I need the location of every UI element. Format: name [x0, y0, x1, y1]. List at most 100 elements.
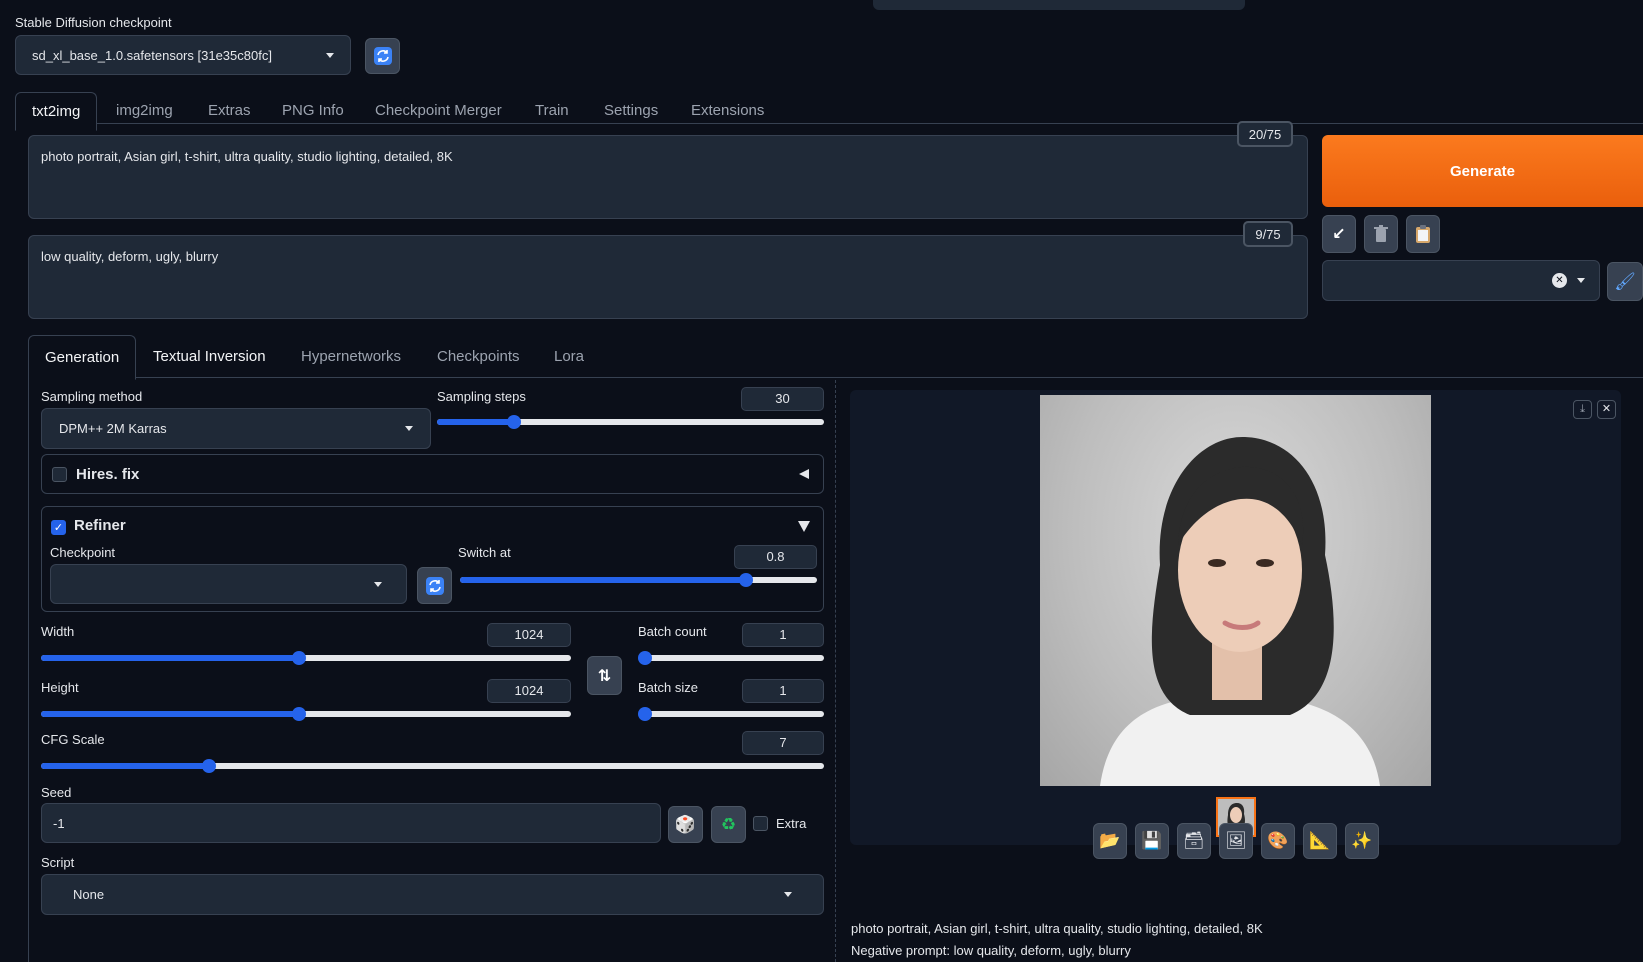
tab-checkpoint-merger[interactable]: Checkpoint Merger: [359, 92, 518, 129]
prompt-textarea[interactable]: photo portrait, Asian girl, t-shirt, ult…: [28, 135, 1308, 219]
prompt-text: photo portrait, Asian girl, t-shirt, ult…: [41, 149, 453, 164]
batch-count-input[interactable]: 1: [742, 623, 824, 647]
switch-at-input[interactable]: 0.8: [734, 545, 817, 569]
brush-icon: 🖌: [1614, 271, 1636, 291]
tab-img2img[interactable]: img2img: [100, 92, 189, 129]
chevron-down-icon: [1577, 278, 1585, 283]
generated-image[interactable]: [1040, 395, 1431, 786]
sparkle-icon: ✨: [1351, 831, 1373, 850]
negative-prompt-text: low quality, deform, ugly, blurry: [41, 249, 219, 264]
sampling-steps-slider[interactable]: [437, 415, 824, 429]
open-folder-button[interactable]: 📂: [1093, 823, 1127, 859]
upscale-button[interactable]: ✨: [1345, 823, 1379, 859]
chevron-down-icon: [374, 581, 382, 587]
refresh-checkpoint-button[interactable]: [365, 38, 400, 74]
switch-at-slider[interactable]: [460, 573, 817, 587]
extra-option[interactable]: Extra: [753, 816, 806, 831]
styles-dropdown[interactable]: ✕: [1322, 260, 1600, 301]
width-input[interactable]: 1024: [487, 623, 571, 647]
send-to-img2img-button[interactable]: 🖼: [1219, 823, 1253, 859]
clear-prompt-button[interactable]: [1364, 215, 1398, 253]
negative-prompt-textarea[interactable]: low quality, deform, ugly, blurry: [28, 235, 1308, 319]
seed-input[interactable]: -1: [41, 803, 661, 843]
save-icon: 💾: [1141, 831, 1163, 850]
hires-fix-panel[interactable]: Hires. fix: [41, 454, 824, 494]
save-button[interactable]: 💾: [1135, 823, 1169, 859]
top-bar-strip: [873, 0, 1245, 10]
script-dropdown[interactable]: None: [41, 874, 824, 915]
refresh-refiner-button[interactable]: [417, 567, 452, 604]
height-input[interactable]: 1024: [487, 679, 571, 703]
checkpoint-value: sd_xl_base_1.0.safetensors [31e35c80fc]: [32, 47, 272, 63]
download-icon[interactable]: ⤓: [1573, 400, 1592, 419]
tab-extras[interactable]: Extras: [192, 92, 267, 129]
batch-size-slider[interactable]: [638, 707, 824, 721]
tab-extensions[interactable]: Extensions: [675, 92, 780, 129]
swap-icon: ⇅: [597, 667, 612, 685]
cfg-scale-input[interactable]: 7: [742, 731, 824, 755]
generate-label: Generate: [1449, 162, 1516, 180]
sampling-method-dropdown[interactable]: DPM++ 2M Karras: [41, 408, 431, 449]
swap-dimensions-button[interactable]: ⇅: [587, 656, 622, 695]
refiner-checkpoint-dropdown[interactable]: [50, 564, 407, 604]
zip-button[interactable]: 🗃: [1177, 823, 1211, 859]
send-to-inpaint-button[interactable]: 🎨: [1261, 823, 1295, 859]
random-seed-button[interactable]: 🎲: [668, 806, 703, 843]
tab-png-info[interactable]: PNG Info: [266, 92, 360, 129]
read-params-button[interactable]: ↙: [1322, 215, 1356, 253]
close-icon[interactable]: ✕: [1597, 400, 1616, 419]
tab-train[interactable]: Train: [519, 92, 585, 129]
arrow-icon: ↙: [1332, 226, 1346, 243]
tab-lora[interactable]: Lora: [538, 335, 600, 378]
image-icon: 🖼: [1225, 831, 1247, 850]
batch-size-input[interactable]: 1: [742, 679, 824, 703]
seed-label: Seed: [41, 785, 72, 800]
collapse-down-icon[interactable]: [798, 521, 810, 532]
switch-at-label: Switch at: [458, 545, 511, 560]
chevron-down-icon: [784, 892, 792, 897]
refiner-checkbox[interactable]: ✓: [51, 520, 66, 535]
width-slider[interactable]: [41, 651, 571, 665]
send-to-extras-button[interactable]: 📐: [1303, 823, 1337, 859]
portrait-image: [1100, 436, 1380, 786]
trash-icon: [1374, 225, 1388, 242]
batch-count-slider[interactable]: [638, 651, 824, 665]
batch-count-label: Batch count: [638, 624, 707, 639]
refiner-label: Refiner: [74, 517, 126, 534]
height-label: Height: [41, 680, 79, 695]
tab-checkpoints[interactable]: Checkpoints: [421, 335, 536, 378]
reuse-seed-button[interactable]: ♻: [711, 806, 746, 843]
script-label: Script: [41, 855, 75, 870]
tab-hypernetworks[interactable]: Hypernetworks: [285, 335, 417, 378]
dice-icon: 🎲: [674, 814, 697, 834]
extra-checkbox[interactable]: [753, 816, 768, 831]
tab-txt2img[interactable]: txt2img: [15, 92, 98, 131]
clipboard-icon: [1416, 225, 1430, 243]
tab-textual-inversion[interactable]: Textual Inversion: [137, 335, 282, 378]
recycle-icon: ♻: [720, 814, 737, 834]
width-label: Width: [41, 624, 75, 639]
sub-tabs: Generation Textual Inversion Hypernetwor…: [0, 335, 1643, 380]
zip-icon: 🗃: [1183, 831, 1205, 850]
generate-button[interactable]: Generate: [1322, 135, 1643, 207]
collapse-left-icon[interactable]: [799, 469, 809, 479]
height-slider[interactable]: [41, 707, 571, 721]
hires-fix-checkbox[interactable]: [52, 466, 67, 482]
extra-label: Extra: [776, 816, 807, 831]
tab-generation[interactable]: Generation: [28, 335, 137, 380]
checkpoint-label: Stable Diffusion checkpoint: [15, 15, 172, 30]
seed-value: -1: [53, 815, 65, 831]
checkpoint-dropdown[interactable]: sd_xl_base_1.0.safetensors [31e35c80fc]: [15, 35, 351, 75]
refresh-icon: [425, 576, 444, 595]
sampling-method-value: DPM++ 2M Karras: [59, 421, 167, 436]
main-tabs: txt2img img2img Extras PNG Info Checkpoi…: [0, 92, 1643, 131]
cfg-scale-label: CFG Scale: [41, 732, 105, 747]
sampling-steps-input[interactable]: 30: [741, 387, 824, 411]
tab-settings[interactable]: Settings: [588, 92, 674, 129]
apply-style-button[interactable]: 🖌: [1607, 262, 1643, 301]
clear-styles-icon[interactable]: ✕: [1552, 273, 1567, 288]
cfg-scale-slider[interactable]: [41, 759, 824, 773]
prompt-token-counter: 20/75: [1237, 121, 1293, 147]
paste-button[interactable]: [1406, 215, 1440, 253]
negative-token-counter: 9/75: [1243, 221, 1293, 247]
